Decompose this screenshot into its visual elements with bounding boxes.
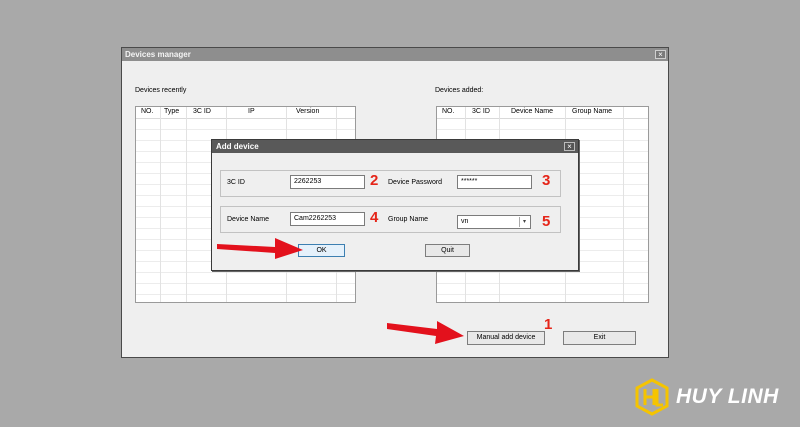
exit-button[interactable]: Exit [563,331,636,345]
window-title: Devices manager [125,50,191,59]
column-header: 3C ID [193,108,211,115]
step-number-5: 5 [542,213,551,230]
arrow-icon [217,238,303,259]
column-header: Type [164,108,180,115]
device-name-input[interactable]: Cam2262253 [290,212,365,226]
device-name-label: Device Name [227,216,270,223]
table-row-line [437,294,648,295]
table-row-line [136,272,355,273]
3c-id-input[interactable]: 2262253 [290,175,365,189]
device-password-input[interactable]: ****** [457,175,532,189]
ok-button[interactable]: OK [298,244,345,257]
column-header: NO. [442,108,455,115]
step-number-2: 2 [370,172,379,189]
watermark-text: HUY LINH [676,385,779,408]
table-header: NO. Type 3C ID IP Version [136,107,355,119]
group-name-label: Group Name [388,216,429,223]
table-column-line [186,107,187,302]
column-header: IP [248,108,255,115]
column-header: NO. [141,108,154,115]
device-password-label: Device Password [388,179,443,186]
huy-linh-logo-icon [635,378,669,416]
group-name-value: vn [461,218,469,225]
close-icon[interactable]: × [655,50,666,59]
manual-add-device-button[interactable]: Manual add device [467,331,545,345]
chevron-down-icon[interactable]: ▾ [519,217,529,227]
table-column-line [160,107,161,302]
step-number-1: 1 [544,316,553,333]
table-row-line [136,294,355,295]
dialog-title-bar: Add device [212,140,578,153]
column-header: 3C ID [472,108,490,115]
dialog-title: Add device [216,142,259,151]
step-number-3: 3 [542,172,551,189]
table-column-line [623,107,624,302]
3c-id-label: 3C ID [227,179,245,186]
column-header: Group Name [572,108,613,115]
arrow-icon [387,321,464,344]
window-title-bar: Devices manager [122,48,668,61]
table-row-line [437,272,648,273]
column-header: Version [296,108,320,115]
quit-button[interactable]: Quit [425,244,470,257]
column-header: Device Name [511,108,554,115]
devices-recently-label: Devices recently [135,87,187,94]
group-name-select[interactable]: vn ▾ [457,215,531,229]
table-row-line [136,129,355,130]
table-header: NO. 3C ID Device Name Group Name [437,107,648,119]
devices-added-label: Devices added: [435,87,484,94]
step-number-4: 4 [370,209,379,226]
table-row-line [437,129,648,130]
table-row-line [437,283,648,284]
close-icon[interactable]: × [564,142,575,151]
table-row-line [136,283,355,284]
